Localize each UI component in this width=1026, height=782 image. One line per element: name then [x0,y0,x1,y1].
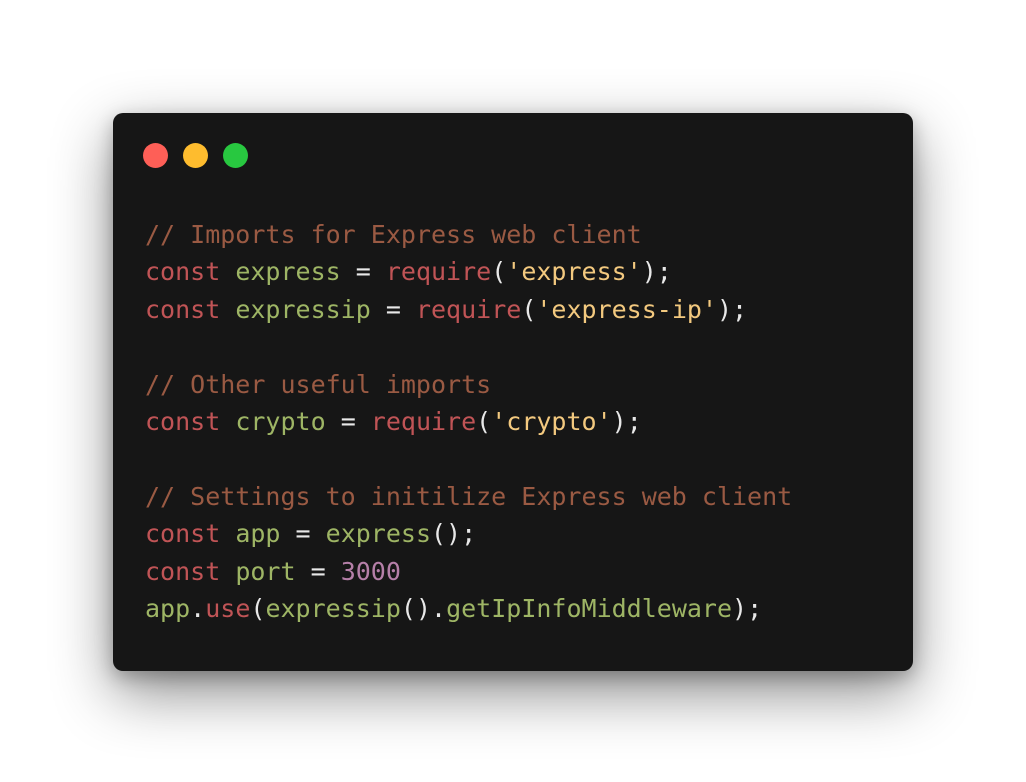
code-token-keyword: const [145,294,221,324]
code-token-punctuation [220,557,235,586]
code-token-punctuation [220,519,235,548]
code-token-comment: // Other useful imports [145,369,492,399]
code-token-identifier: express [325,519,431,549]
code-token-punctuation: = [325,406,371,436]
code-token-function: require [385,257,492,287]
code-token-punctuation: = [280,519,326,549]
code-token-comment: // Settings to initilize Express web cli… [145,481,793,511]
code-token-punctuation: (). [400,593,447,623]
code-line: // Settings to initilize Express web cli… [145,478,792,515]
code-line: const port = 3000 [145,553,792,590]
code-token-identifier: app [235,519,281,549]
minimize-dot-icon[interactable] [183,143,208,168]
code-token-punctuation: ( [250,593,266,623]
code-token-punctuation [220,407,235,436]
code-token-punctuation: . [190,593,206,623]
window-controls [143,143,248,168]
code-line: // Imports for Express web client [145,216,792,253]
code-token-number: 3000 [340,556,401,586]
code-line: const express = require('express'); [145,253,792,290]
code-token-identifier: getIpInfoMiddleware [446,593,733,623]
code-token-comment: // Imports for Express web client [145,220,642,249]
code-token-punctuation: ( [521,294,537,324]
code-token-keyword: const [145,406,221,436]
code-line: const app = express(); [145,515,792,552]
code-token-punctuation: ); [641,257,672,287]
code-token-keyword: const [145,556,221,586]
code-token-punctuation: ); [611,406,642,436]
code-token-identifier: app [145,593,191,623]
code-line: const crypto = require('crypto'); [145,403,792,440]
code-line: // Other useful imports [145,366,792,403]
code-token-punctuation [220,257,235,286]
code-window: // Imports for Express web client const e… [113,113,913,671]
code-token-punctuation: = [340,257,386,287]
code-block: // Imports for Express web client const e… [145,216,792,627]
code-line: ​ [145,328,792,365]
code-line: const expressip = require('express-ip'); [145,291,792,328]
code-token-identifier: express [235,257,341,287]
code-token-identifier: expressip [235,294,371,324]
code-token-identifier: crypto [235,406,326,436]
code-token-punctuation: ); [717,294,748,324]
code-line: ​ [145,440,792,477]
code-token-string: 'express' [506,257,642,287]
code-token-identifier: expressip [265,593,401,623]
code-token-punctuation: ); [732,593,763,623]
code-token-string: 'express-ip' [536,294,717,324]
code-token-identifier: port [235,556,296,586]
code-token-function: require [415,294,522,324]
code-line: app.use(expressip().getIpInfoMiddleware)… [145,590,792,627]
code-token-function: use [205,593,251,623]
close-dot-icon[interactable] [143,143,168,168]
code-token-keyword: const [145,257,221,287]
code-token-punctuation [220,295,235,324]
code-token-punctuation: ( [476,406,492,436]
code-token-punctuation: = [295,556,341,586]
code-token-punctuation: ( [491,257,507,287]
code-token-punctuation: (); [431,519,477,549]
code-token-function: require [370,406,477,436]
maximize-dot-icon[interactable] [223,143,248,168]
code-token-punctuation: = [370,294,416,324]
code-token-keyword: const [145,519,221,549]
code-token-string: 'crypto' [491,406,612,436]
